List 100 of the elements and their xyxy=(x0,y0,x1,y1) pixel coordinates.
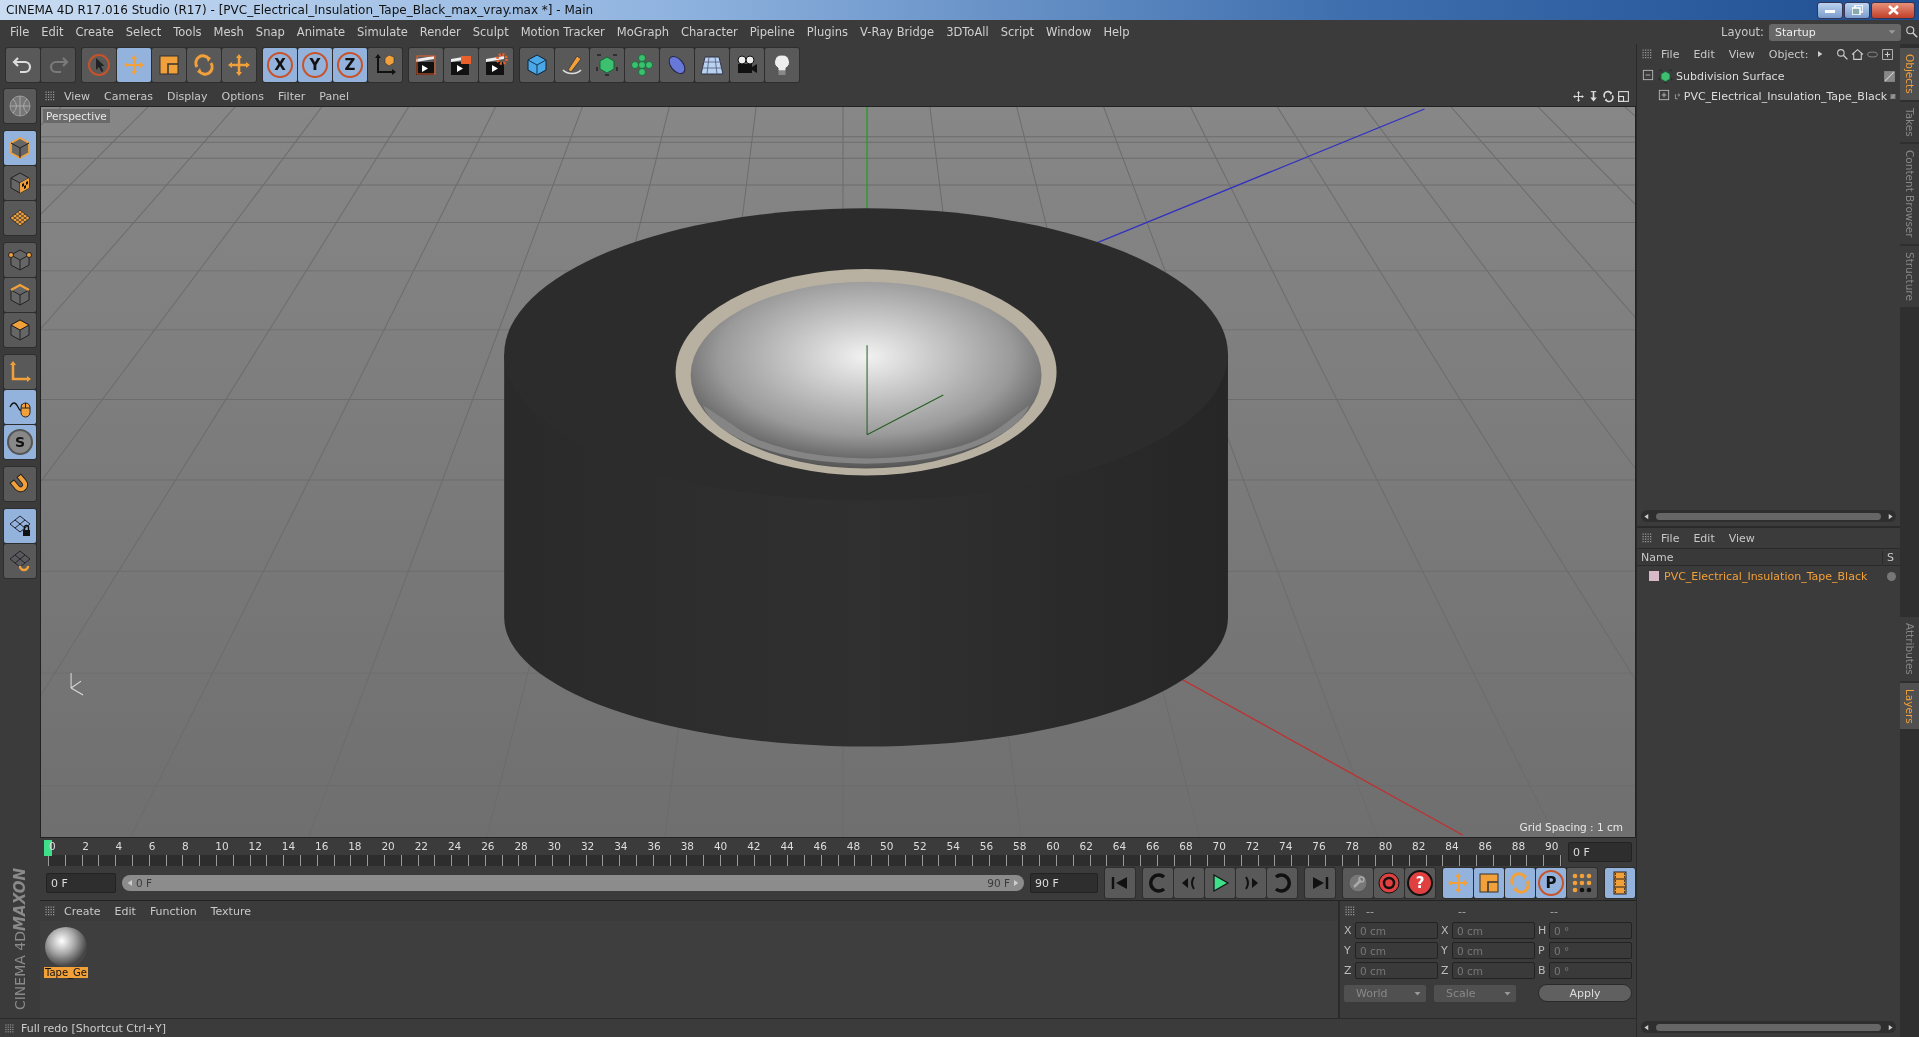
tool-button[interactable] xyxy=(765,48,799,82)
menu-item[interactable]: Options xyxy=(215,89,270,103)
tool-button[interactable]: ? xyxy=(1405,868,1435,898)
tool-button[interactable] xyxy=(695,48,729,82)
tool-button[interactable] xyxy=(1205,868,1235,898)
menu-item[interactable]: Create xyxy=(58,904,107,918)
tool-button[interactable]: P xyxy=(1536,868,1566,898)
menu-item[interactable]: File xyxy=(4,25,36,39)
menu-item[interactable]: MoGraph xyxy=(610,25,676,39)
menu-item[interactable]: Motion Tracker xyxy=(514,25,611,39)
start-frame-field[interactable]: 0 F xyxy=(46,873,116,893)
grip-icon xyxy=(1641,532,1653,544)
menu-item[interactable]: Function xyxy=(143,904,203,918)
menu-item[interactable]: Tools xyxy=(167,25,208,39)
key-icon xyxy=(1346,871,1370,895)
object-name[interactable]: PVC_Electrical_Insulation_Tape_Black xyxy=(1683,89,1888,103)
tool-button[interactable]: S xyxy=(4,425,36,459)
timeline-button[interactable] xyxy=(1605,868,1635,898)
side-tab[interactable]: Objects xyxy=(1900,48,1919,100)
tool-button[interactable] xyxy=(4,313,36,347)
menu-item[interactable]: View xyxy=(1722,47,1761,61)
pen-icon xyxy=(560,53,584,77)
frame-number: 90 xyxy=(1544,839,1560,854)
menu-item[interactable]: Cameras xyxy=(98,89,159,103)
layer-name[interactable]: PVC_Electrical_Insulation_Tape_Black xyxy=(1664,569,1882,583)
tool-button[interactable]: Z xyxy=(333,48,367,82)
menu-item[interactable]: Display xyxy=(161,89,214,103)
tool-button[interactable] xyxy=(4,509,36,543)
tool-button[interactable] xyxy=(479,48,513,82)
tool-button[interactable] xyxy=(1567,868,1597,898)
menu-item[interactable]: Sculpt xyxy=(466,25,515,39)
tool-button[interactable] xyxy=(590,48,624,82)
menu-item[interactable]: View xyxy=(58,89,97,103)
layout-dropdown[interactable]: Startup xyxy=(1769,23,1901,41)
menu-item[interactable]: Snap xyxy=(249,25,291,39)
cube-icon xyxy=(525,53,549,77)
tool-button[interactable] xyxy=(730,48,764,82)
plus-square-icon xyxy=(1881,47,1894,61)
menu-item[interactable]: Pipeline xyxy=(743,25,801,39)
horizontal-scrollbar[interactable] xyxy=(1641,510,1896,522)
tool-button[interactable]: Y xyxy=(298,48,332,82)
frame-number: 82 xyxy=(1411,839,1427,854)
horizontal-scrollbar[interactable] xyxy=(1641,1021,1896,1033)
axis-label: X xyxy=(1441,924,1450,937)
menu-item[interactable]: 3DToAll xyxy=(940,25,995,39)
menu-item[interactable]: File xyxy=(1655,531,1686,545)
menu-item[interactable]: Window xyxy=(1040,25,1098,39)
side-tab[interactable]: Layers xyxy=(1900,682,1919,730)
menu-item[interactable]: Create xyxy=(69,25,120,39)
frame-number: 30 xyxy=(546,839,563,854)
menu-item[interactable]: Script xyxy=(994,25,1041,39)
menu-item[interactable]: File xyxy=(1655,47,1686,61)
subdivision-cube-icon xyxy=(1658,68,1673,84)
menu-item[interactable]: Panel xyxy=(313,89,355,103)
menu-item[interactable]: Edit xyxy=(108,904,142,918)
frame-number: 32 xyxy=(579,839,596,854)
3d-viewport[interactable]: Perspective Grid Spacing : 1 cm xyxy=(40,106,1636,838)
frame-number: 18 xyxy=(347,839,363,854)
object-name[interactable]: Subdivision Surface xyxy=(1676,69,1880,83)
menu-item[interactable]: Filter xyxy=(272,89,312,103)
frame-number: 70 xyxy=(1211,839,1227,854)
caret-icon xyxy=(1887,27,1897,37)
menu-item[interactable]: Render xyxy=(413,25,467,39)
column-header: -- xyxy=(1550,904,1559,918)
close-button[interactable] xyxy=(1871,1,1915,19)
maximize-button[interactable] xyxy=(1844,1,1870,19)
tool-button[interactable] xyxy=(444,48,478,82)
frame-number: 48 xyxy=(845,839,862,854)
end-frame-field[interactable]: 90 F xyxy=(1030,873,1098,893)
menu-item[interactable]: Texture xyxy=(204,904,257,918)
menu-item[interactable]: Edit xyxy=(1687,531,1721,545)
current-frame-field[interactable]: 0 F xyxy=(1568,842,1632,862)
frame-number: 76 xyxy=(1311,839,1327,854)
menu-item[interactable]: Edit xyxy=(35,25,70,39)
tool-button[interactable] xyxy=(409,48,443,82)
minimize-button[interactable] xyxy=(1817,1,1843,19)
tool-button[interactable] xyxy=(368,48,402,82)
menu-item[interactable]: Simulate xyxy=(351,25,414,39)
solo-dot[interactable] xyxy=(1887,571,1896,581)
menu-item[interactable]: View xyxy=(1722,531,1761,545)
layer-color-swatch[interactable] xyxy=(1649,571,1659,581)
menu-item[interactable]: Animate xyxy=(290,25,351,39)
frame-number: 88 xyxy=(1510,839,1527,854)
frame-number: 14 xyxy=(280,839,297,854)
tool-button[interactable]: X xyxy=(263,48,297,82)
menu-item[interactable]: Character xyxy=(675,25,744,39)
tool-button[interactable] xyxy=(4,166,36,200)
frame-number: 86 xyxy=(1477,839,1493,854)
apply-button[interactable]: Apply xyxy=(1538,984,1632,1002)
menu-item[interactable]: Help xyxy=(1097,25,1136,39)
menu-item[interactable]: Object: xyxy=(1762,47,1815,61)
tool-button[interactable] xyxy=(4,467,36,501)
menu-item[interactable]: Edit xyxy=(1687,47,1721,61)
menu-item[interactable]: Select xyxy=(119,25,168,39)
menu-item[interactable]: V-Ray Bridge xyxy=(854,25,941,39)
menu-item[interactable]: Mesh xyxy=(207,25,250,39)
grip-icon xyxy=(4,1022,15,1034)
frame-number: 8 xyxy=(180,839,190,854)
menu-item[interactable]: Plugins xyxy=(800,25,855,39)
frame-number: 16 xyxy=(313,839,330,854)
